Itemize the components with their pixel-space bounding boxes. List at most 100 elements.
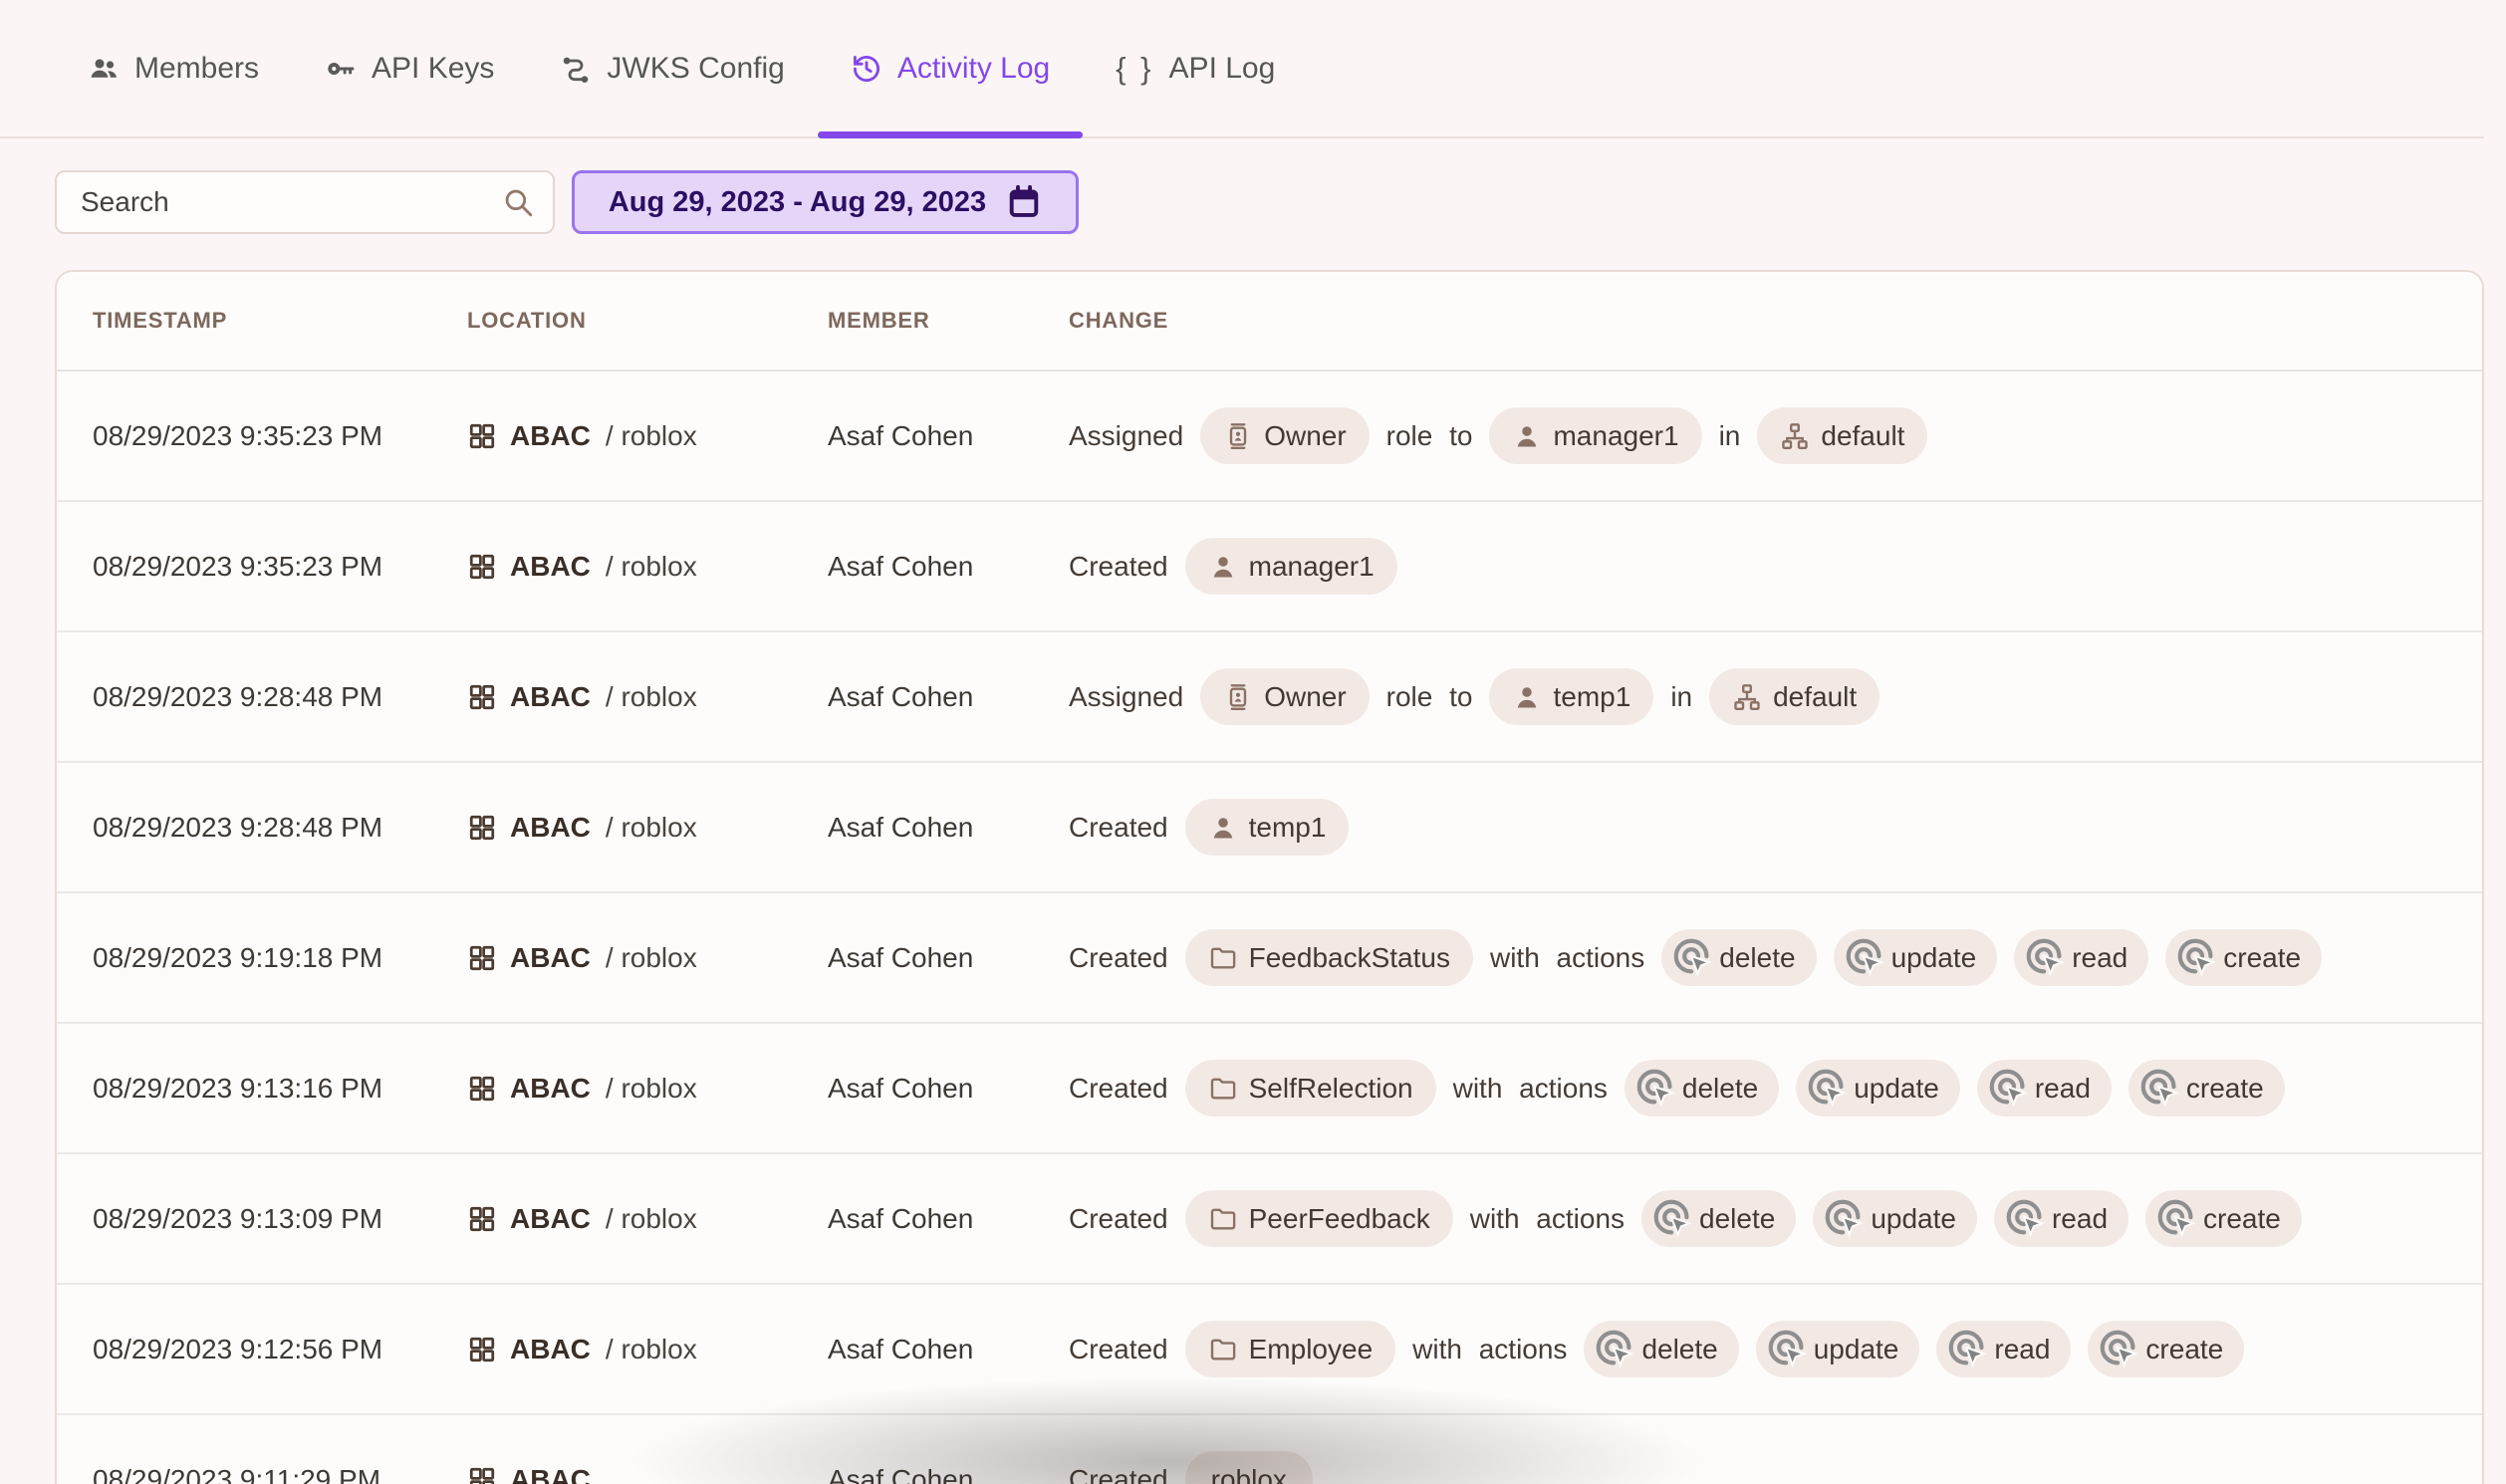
cursor-click-icon [1822,1196,1868,1242]
location-name: ABAC [510,420,591,452]
change-badge: default [1757,407,1927,464]
tab-bar: Members API KeysJWKS ConfigActivity Log{ … [0,0,2484,138]
location-cell: ABAC / roblox [467,812,828,844]
tab-jwks-config[interactable]: JWKS Config [527,0,817,136]
location-cell: ABAC / roblox [467,1073,828,1105]
badge-label: delete [1682,1073,1758,1105]
member-cell: Asaf Cohen [828,1073,1069,1105]
cursor-click-icon [1843,935,1888,981]
timestamp-cell: 08/29/2023 9:13:16 PM [93,1073,467,1105]
change-text: role to [1386,420,1473,452]
tab-api-log[interactable]: { }API Log [1083,0,1308,136]
change-cell: Created temp1 [1069,799,2482,856]
location-name: ABAC [510,1203,591,1235]
table-row: 08/29/2023 9:35:23 PMABAC/ robloxAsaf Co… [57,502,2482,632]
grid-icon [467,1335,497,1364]
location-name: ABAC [510,681,591,713]
cursor-click-icon [1805,1066,1851,1112]
change-text: Created [1069,812,1168,844]
change-cell: AssignedOwnerrole totemp1indefault [1069,668,2482,725]
change-text: with actions [1453,1073,1608,1105]
change-badge: SelfRelection [1185,1060,1436,1116]
cursor-click-icon [1650,1196,1696,1242]
badge-label: delete [1641,1334,1717,1365]
badge-label: read [2035,1073,2091,1105]
change-badge: FeedbackStatus [1185,929,1473,986]
change-cell: Createdroblox [1069,1451,2482,1484]
change-badge: delete [1641,1190,1796,1247]
folder-icon [1208,943,1238,973]
badge-label: manager1 [1553,420,1678,452]
timestamp-cell: 08/29/2023 9:35:23 PM [93,420,467,452]
change-badge: read [1936,1321,2071,1377]
change-badge: update [1756,1321,1920,1377]
badge-label: read [1994,1334,2050,1365]
location-path: / roblox [606,1073,697,1105]
column-header-timestamp: TIMESTAMP [93,308,467,334]
timestamp-cell: 08/29/2023 9:19:18 PM [93,942,467,974]
tab-api-keys[interactable]: API Keys [292,0,527,136]
badge-label: read [2052,1203,2108,1235]
change-badge: roblox [1185,1451,1313,1484]
org-icon [1780,421,1810,451]
member-cell: Asaf Cohen [828,1464,1069,1484]
badge-label: delete [1699,1203,1775,1235]
badge-label: create [2186,1073,2264,1105]
cursor-click-icon [2097,1327,2142,1372]
cursor-click-icon [1633,1066,1679,1112]
grid-icon [467,682,497,712]
history-icon [851,53,882,85]
calendar-icon [1006,184,1042,220]
tab-activity-log[interactable]: Activity Log [818,0,1083,136]
change-badge: create [2088,1321,2244,1377]
cursor-click-icon [2154,1196,2200,1242]
timestamp-cell: 08/29/2023 9:28:48 PM [93,812,467,844]
location-path: / roblox [606,1334,697,1365]
change-text: in [1719,420,1741,452]
change-badge: temp1 [1489,668,1653,725]
cursor-click-icon [2023,935,2069,981]
change-text: Created [1069,551,1168,583]
badge-label: update [1814,1334,1899,1365]
change-text: in [1670,681,1692,713]
table-header-row: TIMESTAMPLOCATIONMEMBERCHANGE [57,272,2482,371]
search-field-wrapper [55,170,555,234]
badge-label: SelfRelection [1249,1073,1413,1105]
cursor-click-icon [2137,1066,2183,1112]
cursor-click-icon [1593,1327,1638,1372]
timestamp-cell: 08/29/2023 9:12:56 PM [93,1334,467,1365]
key-icon [325,53,357,85]
member-cell: Asaf Cohen [828,551,1069,583]
table-row: 08/29/2023 9:19:18 PMABAC/ robloxAsaf Co… [57,893,2482,1024]
change-text: with actions [1470,1203,1625,1235]
table-row: 08/29/2023 9:28:48 PMABAC/ robloxAsaf Co… [57,763,2482,893]
search-input[interactable] [55,170,555,234]
grid-icon [467,1465,497,1484]
tab-label: Members [134,52,259,86]
table-row: 08/29/2023 9:13:16 PM ABAC / roblox Asaf Co… [57,1024,2482,1154]
cursor-click-icon [2003,1196,2049,1242]
location-path: / roblox [606,812,697,844]
change-cell: CreatedFeedbackStatuswith actionsdeleteu… [1069,929,2482,986]
tab-members[interactable]: Members [55,0,292,136]
activity-log-page: Members API KeysJWKS ConfigActivity Log{ … [0,0,2506,1484]
location-cell: ABAC/ roblox [467,551,828,583]
table-row: 08/29/2023 9:11:29 PMABACAsaf CohenCreat… [57,1415,2482,1484]
change-text: Assigned [1069,420,1183,452]
id-card-icon [1223,682,1253,712]
location-cell: ABAC [467,1464,828,1484]
activity-table: TIMESTAMPLOCATIONMEMBERCHANGE 08/29/2023… [55,270,2484,1484]
member-cell: Asaf Cohen [828,681,1069,713]
table-row: 08/29/2023 9:35:23 PMABAC/ robloxAsaf Co… [57,371,2482,502]
location-name: ABAC [510,812,591,844]
date-range-button[interactable]: Aug 29, 2023 - Aug 29, 2023 [572,170,1079,234]
change-badge: update [1796,1060,1960,1116]
route-icon [560,53,592,85]
location-path: / roblox [606,420,697,452]
change-badge: temp1 [1185,799,1350,856]
location-name: ABAC [510,1073,591,1105]
column-header-change: CHANGE [1069,308,2482,334]
change-badge: read [2014,929,2148,986]
location-cell: ABAC/ roblox [467,1334,828,1365]
change-badge: Employee [1185,1321,1396,1377]
